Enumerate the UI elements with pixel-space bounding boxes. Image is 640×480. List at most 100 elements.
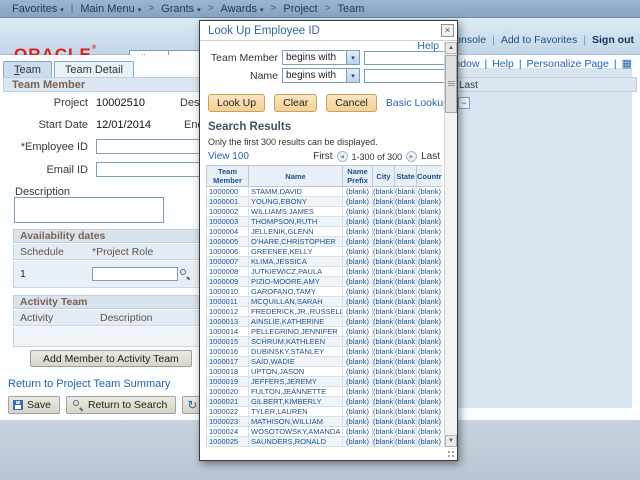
result-id-cell[interactable]: 1000023: [207, 417, 249, 427]
result-blank-cell[interactable]: (blank): [395, 337, 417, 347]
result-id-cell[interactable]: 1000007: [207, 257, 249, 267]
result-blank-cell[interactable]: (blank): [373, 357, 395, 367]
result-blank-cell[interactable]: (blank): [343, 377, 373, 387]
breadcrumb-item-grants[interactable]: Grants▾: [161, 3, 201, 15]
result-blank-cell[interactable]: (blank): [395, 217, 417, 227]
result-blank-cell[interactable]: (blank): [343, 437, 373, 447]
result-blank-cell[interactable]: (blank): [343, 237, 373, 247]
result-blank-cell[interactable]: (blank): [373, 387, 395, 397]
result-name-cell[interactable]: UPTON,JASON: [249, 367, 343, 377]
result-blank-cell[interactable]: (blank): [417, 227, 443, 237]
result-row[interactable]: 1000008JUTKIEWICZ,PAULA(blank)(blank)(bl…: [207, 267, 443, 277]
first-page-label[interactable]: First: [313, 151, 332, 162]
scroll-down-icon[interactable]: ▼: [445, 435, 457, 447]
result-name-cell[interactable]: JEFFERS,JEREMY: [249, 377, 343, 387]
result-blank-cell[interactable]: (blank): [417, 277, 443, 287]
result-blank-cell[interactable]: (blank): [417, 327, 443, 337]
result-blank-cell[interactable]: (blank): [395, 397, 417, 407]
result-blank-cell[interactable]: (blank): [395, 287, 417, 297]
result-name-cell[interactable]: YOUNG,EBONY: [249, 197, 343, 207]
team-member-operator-select[interactable]: begins with ▾: [282, 50, 360, 65]
result-blank-cell[interactable]: (blank): [343, 187, 373, 197]
result-id-cell[interactable]: 1000016: [207, 347, 249, 357]
result-blank-cell[interactable]: (blank): [343, 387, 373, 397]
result-id-cell[interactable]: 1000009: [207, 277, 249, 287]
result-blank-cell[interactable]: (blank): [417, 367, 443, 377]
result-blank-cell[interactable]: (blank): [395, 237, 417, 247]
result-name-cell[interactable]: GAROFANO,TAMY: [249, 287, 343, 297]
result-blank-cell[interactable]: (blank): [417, 387, 443, 397]
scrollbar-thumb[interactable]: [445, 55, 457, 113]
result-name-cell[interactable]: MCQUILLAN,SARAH: [249, 297, 343, 307]
result-name-cell[interactable]: WOSOTOWSKY,AMANDA: [249, 427, 343, 437]
result-blank-cell[interactable]: (blank): [373, 417, 395, 427]
result-id-cell[interactable]: 1000008: [207, 267, 249, 277]
result-name-cell[interactable]: STAMM,DAVID: [249, 187, 343, 197]
view-100-link[interactable]: View 100: [208, 151, 249, 162]
next-page-icon[interactable]: ▶: [406, 151, 417, 162]
result-row[interactable]: 1000012FREDERICK,JR.,RUSSELL(blank)(blan…: [207, 307, 443, 317]
result-blank-cell[interactable]: (blank): [373, 277, 395, 287]
email-id-field[interactable]: [96, 162, 204, 177]
result-blank-cell[interactable]: (blank): [417, 407, 443, 417]
result-id-cell[interactable]: 1000019: [207, 377, 249, 387]
project-role-lookup-icon[interactable]: [180, 269, 191, 280]
modal-scrollbar[interactable]: ▲ ▼: [444, 42, 457, 447]
result-blank-cell[interactable]: (blank): [395, 407, 417, 417]
result-blank-cell[interactable]: (blank): [373, 237, 395, 247]
result-blank-cell[interactable]: (blank): [395, 327, 417, 337]
result-row[interactable]: 1000020FULTON,JEANNETTE(blank)(blank)(bl…: [207, 387, 443, 397]
result-id-cell[interactable]: 1000001: [207, 197, 249, 207]
result-blank-cell[interactable]: (blank): [343, 407, 373, 417]
result-blank-cell[interactable]: (blank): [373, 367, 395, 377]
result-id-cell[interactable]: 1000012: [207, 307, 249, 317]
result-name-cell[interactable]: FREDERICK,JR.,RUSSELL: [249, 307, 343, 317]
result-row[interactable]: 1000022TYLER,LAUREN(blank)(blank)(blank)…: [207, 407, 443, 417]
result-row[interactable]: 1000018UPTON,JASON(blank)(blank)(blank)(…: [207, 367, 443, 377]
result-name-cell[interactable]: DUBINSKY,STANLEY: [249, 347, 343, 357]
result-blank-cell[interactable]: (blank): [343, 307, 373, 317]
result-id-cell[interactable]: 1000000: [207, 187, 249, 197]
return-to-project-team-summary-link[interactable]: Return to Project Team Summary: [8, 378, 170, 390]
result-name-cell[interactable]: JELLENIK,GLENN: [249, 227, 343, 237]
result-blank-cell[interactable]: (blank): [417, 357, 443, 367]
result-blank-cell[interactable]: (blank): [417, 257, 443, 267]
result-name-cell[interactable]: TYLER,LAUREN: [249, 407, 343, 417]
result-blank-cell[interactable]: (blank): [417, 347, 443, 357]
result-blank-cell[interactable]: (blank): [417, 337, 443, 347]
result-row[interactable]: 1000003THOMPSON,RUTH(blank)(blank)(blank…: [207, 217, 443, 227]
result-blank-cell[interactable]: (blank): [417, 287, 443, 297]
grid-icon[interactable]: ▦: [622, 57, 632, 70]
result-blank-cell[interactable]: (blank): [417, 317, 443, 327]
result-blank-cell[interactable]: (blank): [343, 247, 373, 257]
result-name-cell[interactable]: JUTKIEWICZ,PAULA: [249, 267, 343, 277]
result-name-cell[interactable]: GILBERT,KIMBERLY: [249, 397, 343, 407]
result-blank-cell[interactable]: (blank): [417, 417, 443, 427]
result-name-cell[interactable]: WILLIAMS,JAMES: [249, 207, 343, 217]
cancel-button[interactable]: Cancel: [326, 94, 377, 112]
result-blank-cell[interactable]: (blank): [417, 207, 443, 217]
result-name-cell[interactable]: PELLEGRINO,JENNIFER: [249, 327, 343, 337]
result-row[interactable]: 1000017SAID,WADIE(blank)(blank)(blank)(b…: [207, 357, 443, 367]
result-row[interactable]: 1000021GILBERT,KIMBERLY(blank)(blank)(bl…: [207, 397, 443, 407]
chevron-down-icon[interactable]: ▾: [346, 51, 359, 64]
result-row[interactable]: 1000002WILLIAMS,JAMES(blank)(blank)(blan…: [207, 207, 443, 217]
collapse-section-icon[interactable]: −: [458, 97, 470, 109]
result-blank-cell[interactable]: (blank): [417, 187, 443, 197]
result-id-cell[interactable]: 1000014: [207, 327, 249, 337]
description-field[interactable]: [14, 197, 164, 223]
result-blank-cell[interactable]: (blank): [395, 377, 417, 387]
result-row[interactable]: 1000013AINSLIE,KATHERINE(blank)(blank)(b…: [207, 317, 443, 327]
result-blank-cell[interactable]: (blank): [343, 277, 373, 287]
result-id-cell[interactable]: 1000018: [207, 367, 249, 377]
result-blank-cell[interactable]: (blank): [343, 207, 373, 217]
result-name-cell[interactable]: GREENEE,KELLY: [249, 247, 343, 257]
result-blank-cell[interactable]: (blank): [395, 257, 417, 267]
result-blank-cell[interactable]: (blank): [395, 267, 417, 277]
result-blank-cell[interactable]: (blank): [417, 197, 443, 207]
result-blank-cell[interactable]: (blank): [373, 337, 395, 347]
result-blank-cell[interactable]: (blank): [343, 357, 373, 367]
scroll-up-icon[interactable]: ▲: [445, 42, 457, 54]
return-to-search-button[interactable]: Return to Search: [66, 396, 176, 414]
breadcrumb-item-project[interactable]: Project: [283, 3, 317, 15]
